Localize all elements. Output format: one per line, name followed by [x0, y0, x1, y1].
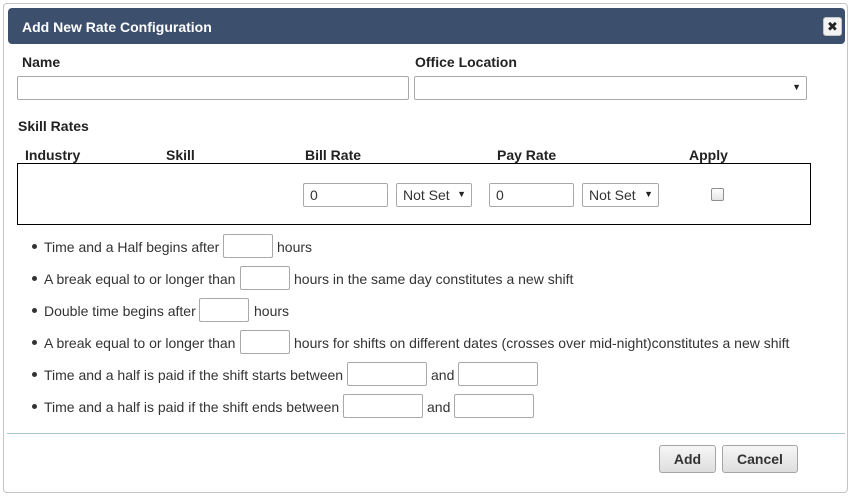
cancel-button[interactable]: Cancel [722, 445, 798, 473]
shift-start-from-input[interactable] [347, 362, 427, 386]
column-header-pay-rate: Pay Rate [497, 147, 557, 163]
chevron-down-icon: ▼ [644, 189, 653, 199]
footer-divider [7, 433, 845, 434]
pay-rate-unit-value: Not Set [589, 187, 636, 203]
bullet [32, 276, 37, 281]
bullet [32, 308, 37, 313]
add-button[interactable]: Add [659, 445, 716, 473]
apply-checkbox[interactable] [711, 188, 724, 201]
name-input[interactable] [17, 76, 409, 100]
skill-rates-label: Skill Rates [18, 118, 89, 134]
bill-rate-unit-select[interactable]: Not Set ▼ [396, 183, 472, 207]
bullet [32, 372, 37, 377]
double-time-hours-input[interactable] [199, 298, 249, 322]
rule-suffix: hours in the same day constitutes a new … [294, 271, 574, 287]
pay-rate-unit-select[interactable]: Not Set ▼ [582, 183, 659, 207]
rule-text: Time and a Half begins after [44, 239, 220, 255]
rule-suffix: hours [277, 239, 313, 255]
name-label: Name [22, 54, 61, 70]
bullet [32, 244, 37, 249]
shift-end-from-input[interactable] [343, 394, 423, 418]
different-dates-break-hours-input[interactable] [240, 330, 290, 354]
chevron-down-icon: ▼ [457, 189, 466, 199]
skill-rate-row: Not Set ▼ Not Set ▼ [17, 163, 811, 225]
time-half-hours-input[interactable] [223, 234, 273, 258]
rule-text: Double time begins after [44, 303, 196, 319]
bullet [32, 340, 37, 345]
close-icon: ✖ [827, 19, 838, 34]
rule-suffix: hours for shifts on different dates (cro… [294, 335, 790, 351]
column-header-bill-rate: Bill Rate [305, 147, 362, 163]
rule-text: Time and a half is paid if the shift sta… [44, 367, 344, 383]
rate-config-dialog: Add New Rate Configuration ✖ Name Office… [3, 3, 848, 493]
dialog-title: Add New Rate Configuration [22, 19, 212, 35]
rule-conjunction: and [427, 399, 451, 415]
rule-text: A break equal to or longer than [44, 335, 236, 351]
rule-text: A break equal to or longer than [44, 271, 236, 287]
office-location-select[interactable]: ▼ [414, 76, 807, 100]
pay-rate-input[interactable] [489, 183, 574, 207]
column-header-skill: Skill [166, 147, 195, 163]
rule-suffix: hours [254, 303, 290, 319]
bill-rate-unit-value: Not Set [403, 187, 450, 203]
rule-text: Time and a half is paid if the shift end… [44, 399, 340, 415]
column-header-apply: Apply [689, 147, 728, 163]
close-button[interactable]: ✖ [823, 17, 842, 36]
bill-rate-input[interactable] [303, 183, 388, 207]
bullet [32, 404, 37, 409]
dialog-titlebar[interactable]: Add New Rate Configuration ✖ [8, 8, 845, 44]
same-day-break-hours-input[interactable] [240, 266, 290, 290]
office-location-label: Office Location [415, 54, 517, 70]
chevron-down-icon: ▼ [792, 82, 801, 92]
column-header-industry: Industry [25, 147, 81, 163]
shift-start-to-input[interactable] [458, 362, 538, 386]
rule-conjunction: and [431, 367, 455, 383]
shift-end-to-input[interactable] [454, 394, 534, 418]
